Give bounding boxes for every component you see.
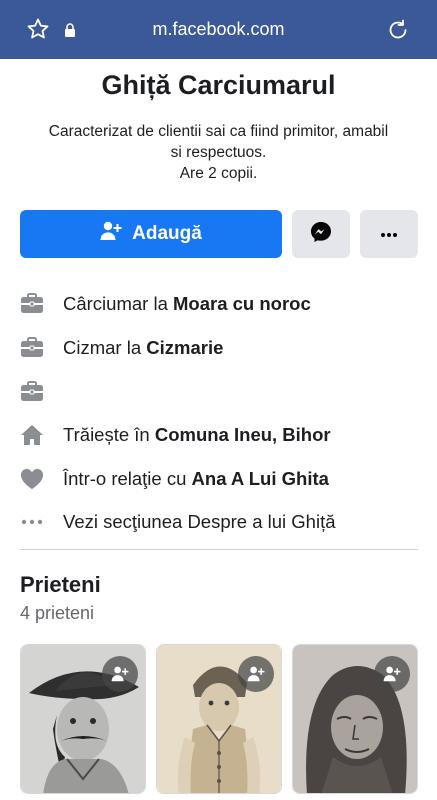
info-row-see-about[interactable]: Vezi secţiunea Despre a lui Ghiță	[20, 508, 336, 536]
friends-count: 4 prieteni	[20, 603, 95, 623]
partner-link[interactable]: Ana A Lui Ghita	[192, 468, 329, 489]
bio-line: Caracterizat de clientii sai ca fiind pr…	[48, 123, 389, 140]
profile-name: Ghiță Carciumarul	[101, 70, 336, 100]
briefcase-icon	[20, 292, 44, 316]
info-row-work-1[interactable]: Cârciumar la Moara cu noroc	[20, 290, 311, 318]
reload-icon[interactable]	[386, 18, 410, 47]
add-friend-badge[interactable]	[102, 656, 138, 692]
workplace-link[interactable]: Cizmarie	[146, 337, 223, 358]
info-row-relationship[interactable]: Într-o relaţie cu Ana A Lui Ghita	[20, 465, 329, 493]
url-text[interactable]: m.facebook.com	[0, 19, 437, 40]
messenger-button[interactable]	[292, 210, 350, 258]
info-row-work-2[interactable]: Cizmar la Cizmarie	[20, 334, 223, 362]
add-friend-badge[interactable]	[374, 656, 410, 692]
info-text: Trăiește în Comuna Ineu, Bihor	[63, 424, 331, 445]
add-friend-button[interactable]: Adaugă	[20, 210, 282, 258]
info-text: Cizmar la Cizmarie	[63, 337, 224, 358]
info-row-work-3[interactable]	[20, 378, 44, 406]
more-horizontal-icon	[380, 225, 398, 243]
add-friend-badge[interactable]	[238, 656, 274, 692]
friend-card[interactable]	[156, 644, 282, 794]
profile-bio: Caracterizat de clientii sai ca fiind pr…	[18, 121, 419, 184]
bio-line: Are 2 copii.	[179, 165, 258, 182]
friends-heading[interactable]: Prieteni	[20, 572, 101, 598]
add-friend-icon	[100, 221, 122, 247]
hometown-link[interactable]: Comuna Ineu, Bihor	[155, 424, 331, 445]
briefcase-icon	[20, 380, 44, 404]
browser-address-bar: m.facebook.com	[0, 0, 437, 59]
more-horizontal-icon	[20, 510, 44, 534]
info-row-lives-in[interactable]: Trăiește în Comuna Ineu, Bihor	[20, 421, 331, 449]
info-text: Cârciumar la Moara cu noroc	[63, 293, 311, 314]
info-text: Într-o relaţie cu Ana A Lui Ghita	[63, 468, 329, 489]
messenger-icon	[310, 221, 332, 248]
workplace-link[interactable]: Moara cu noroc	[173, 293, 311, 314]
bio-line: si respectuos.	[170, 144, 267, 161]
friend-card[interactable]	[292, 644, 418, 794]
more-options-button[interactable]	[360, 210, 418, 258]
friend-card[interactable]	[20, 644, 146, 794]
briefcase-icon	[20, 336, 44, 360]
home-icon	[20, 423, 44, 447]
add-friend-label: Adaugă	[132, 223, 202, 244]
heart-icon	[20, 467, 44, 491]
see-about-link[interactable]: Vezi secţiunea Despre a lui Ghiță	[63, 511, 336, 533]
section-divider	[20, 549, 418, 550]
